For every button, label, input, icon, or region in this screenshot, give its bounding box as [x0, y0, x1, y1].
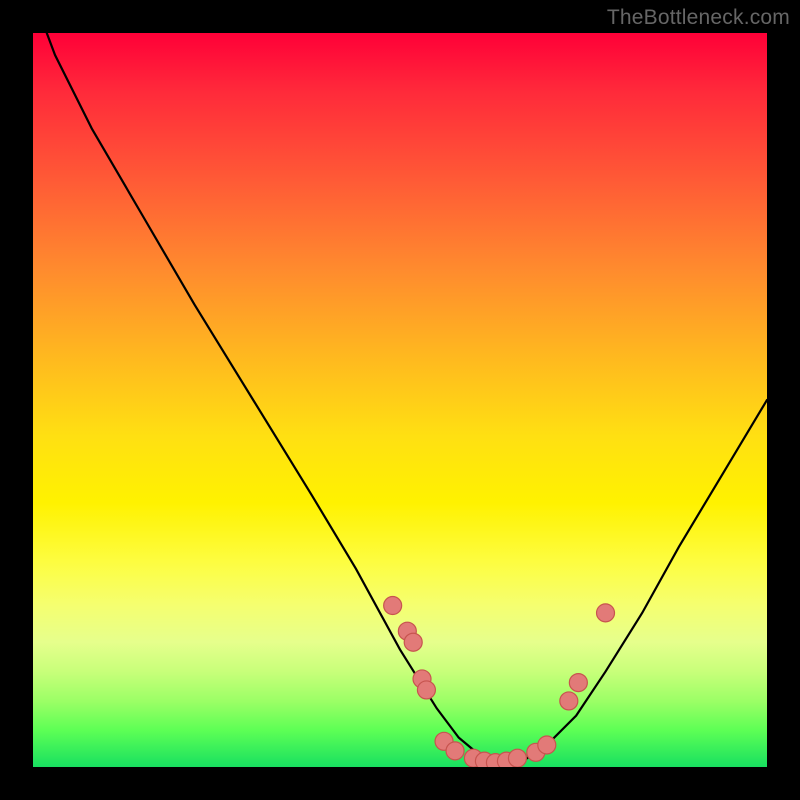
- data-marker: [538, 736, 556, 754]
- data-marker: [597, 604, 615, 622]
- data-marker: [560, 692, 578, 710]
- curve-svg: [33, 33, 767, 767]
- chart-stage: TheBottleneck.com: [0, 0, 800, 800]
- data-marker: [569, 674, 587, 692]
- data-marker: [446, 742, 464, 760]
- data-marker: [417, 681, 435, 699]
- bottleneck-curve: [33, 33, 767, 763]
- data-marker: [404, 633, 422, 651]
- watermark-text: TheBottleneck.com: [607, 6, 790, 30]
- data-marker: [384, 597, 402, 615]
- marker-group: [384, 597, 615, 767]
- plot-area: [33, 33, 767, 767]
- data-marker: [508, 749, 526, 767]
